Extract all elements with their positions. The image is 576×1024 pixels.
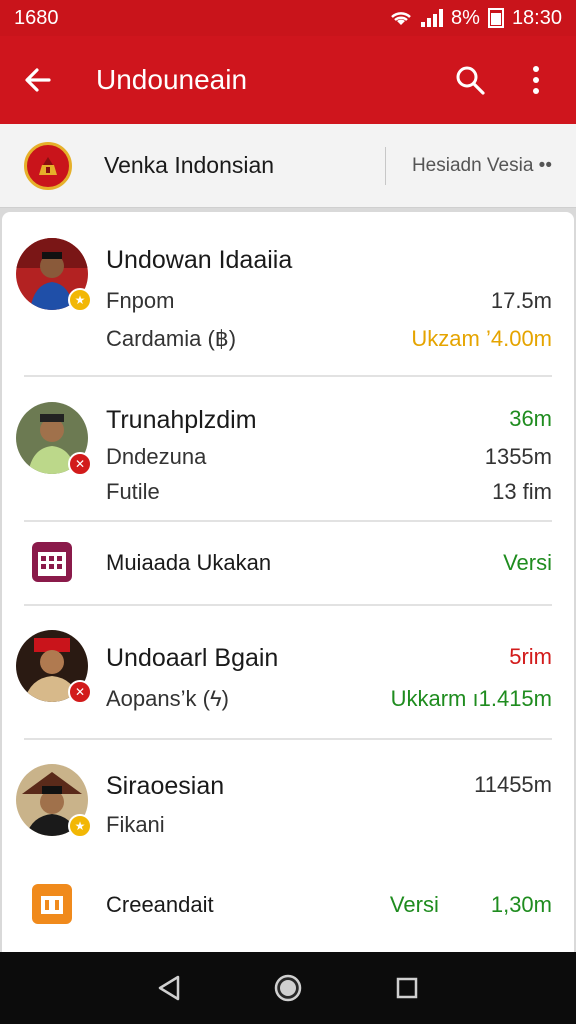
list-item[interactable]: ★ Siraoesian 11455m Fikani — [2, 760, 574, 870]
search-button[interactable] — [446, 56, 494, 104]
list-item[interactable]: Muiaada Ukakan Versi — [2, 522, 574, 604]
signal-icon — [421, 9, 444, 27]
status-right: 8% 18:30 — [389, 7, 562, 30]
channel-header[interactable]: Venka Indonsian Hesiadn Vesia •• — [0, 124, 576, 208]
divider — [24, 604, 552, 606]
avatar: ★ — [16, 764, 92, 838]
page-title: Undouneain — [96, 64, 248, 95]
item-title: Undowan Idaaiia — [106, 246, 293, 274]
status-badge: ✕ — [68, 452, 92, 476]
item-label: Fnpom — [106, 288, 175, 313]
item-value: 36m — [509, 406, 552, 431]
app-icon — [32, 884, 72, 924]
app-bar: Undouneain — [0, 36, 576, 124]
avatar: ✕ — [16, 630, 92, 704]
item-label: Cardamia (฿) — [106, 326, 237, 351]
more-vert-icon — [533, 66, 539, 94]
back-button[interactable] — [16, 58, 60, 102]
item-value: Ukkarm ı1.415m — [390, 686, 552, 711]
more-options-button[interactable] — [512, 56, 560, 104]
home-circle-icon — [274, 974, 302, 1002]
item-label: Futile — [106, 479, 160, 504]
item-label: Fikani — [106, 812, 165, 837]
item-value: 13 fim — [492, 479, 552, 504]
item-title: Muiaada Ukakan — [106, 550, 272, 575]
list-item[interactable]: ✕ Undoaarl Bgain 5rim Aopans’k (ϟ) Ukkar… — [2, 624, 574, 744]
status-bar: 1680 8% 18:30 — [0, 0, 576, 36]
content-card: ★ Undowan Idaaiia Fnpom 17.5m Cardamia (… — [2, 212, 574, 952]
avatar: ✕ — [16, 402, 92, 476]
channel-divider — [384, 146, 386, 185]
list-item[interactable]: Creeandait Versi 1,30m — [2, 868, 574, 950]
avatar: ★ — [16, 238, 92, 312]
back-triangle-icon — [159, 975, 180, 1001]
list-item[interactable]: ★ Undowan Idaaiia Fnpom 17.5m Cardamia (… — [2, 236, 574, 376]
item-value: Versi — [389, 892, 439, 917]
battery-percent: 8% — [451, 6, 480, 29]
item-value: 1355m — [484, 444, 552, 469]
channel-name: Venka Indonsian — [104, 152, 275, 178]
list-item[interactable]: ✕ Trunahplzdim 36m Dndezuna 1355m Futile… — [2, 396, 574, 516]
item-value: Ukzam ’4.00m — [411, 326, 552, 351]
item-value: Versi — [503, 550, 552, 575]
back-arrow-icon — [25, 68, 51, 92]
divider — [24, 738, 552, 740]
wifi-icon — [391, 12, 411, 25]
status-time: 18:30 — [511, 6, 562, 29]
search-icon — [456, 66, 485, 95]
calendar-icon — [32, 542, 72, 582]
status-badge: ✕ — [68, 680, 92, 704]
version-selector[interactable]: Hesiadn Vesia •• — [412, 155, 552, 177]
battery-icon — [487, 8, 504, 28]
status-badge: ★ — [68, 288, 92, 312]
item-title: Undoaarl Bgain — [106, 644, 279, 672]
item-label: Aopans’k (ϟ) — [106, 686, 229, 711]
nav-home-button[interactable] — [268, 968, 308, 1008]
item-title: Creeandait — [106, 892, 214, 917]
divider — [24, 375, 552, 377]
nav-back-button[interactable] — [149, 968, 189, 1008]
emblem-icon — [24, 141, 72, 190]
item-label: Dndezuna — [106, 444, 207, 469]
recents-square-icon — [396, 977, 417, 999]
status-left-text: 1680 — [14, 6, 59, 29]
nav-recents-button[interactable] — [387, 968, 427, 1008]
item-value-secondary: 1,30m — [490, 892, 552, 917]
item-title: Siraoesian — [106, 772, 225, 800]
system-nav-bar — [0, 952, 576, 1024]
item-title: Trunahplzdim — [106, 406, 257, 434]
item-value: 17.5m — [490, 288, 552, 313]
status-badge: ★ — [68, 814, 92, 838]
item-value: 11455m — [474, 772, 552, 797]
item-value: 5rim — [509, 644, 552, 669]
